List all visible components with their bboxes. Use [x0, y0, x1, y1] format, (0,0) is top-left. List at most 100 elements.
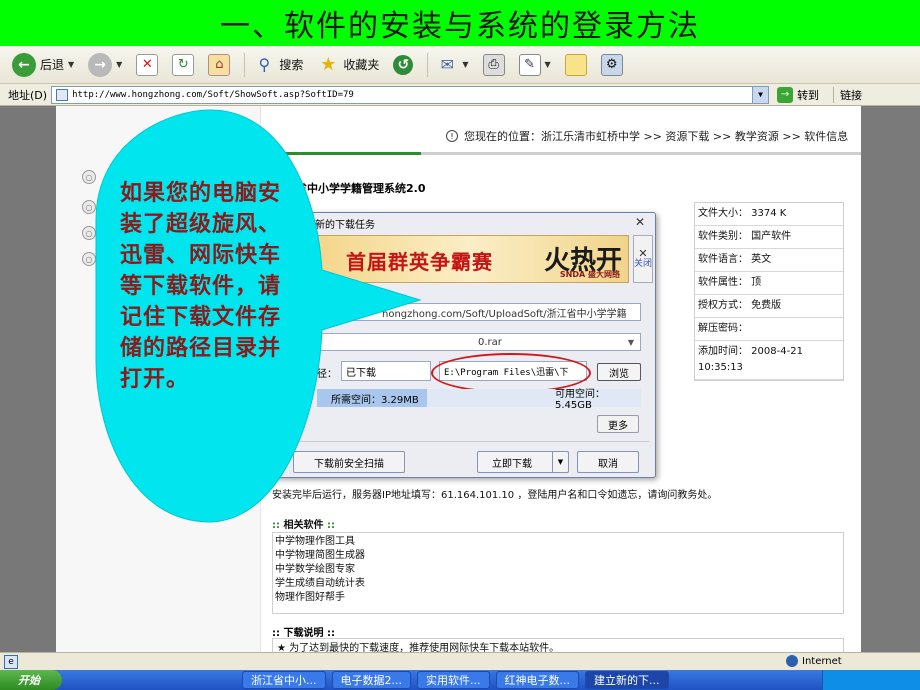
edit-button[interactable]: ✎ ▼ — [515, 50, 555, 80]
taskbar-item[interactable]: 电子数据2... — [331, 671, 411, 689]
space-available: 可用空间：5.45GB — [555, 389, 605, 411]
slide-title: 一、软件的安装与系统的登录方法 — [220, 9, 700, 44]
filename-text: 0.rar — [478, 336, 502, 348]
info-added-time: 添加时间： 2008-4-21 10:35:13 — [695, 341, 843, 380]
breadcrumb-text: 您现在的位置：浙江乐清市虹桥中学 >> 资源下载 >> 教学资源 >> 软件信息 — [464, 130, 849, 143]
software-title: 省中小学学籍管理系统2.0 — [296, 182, 426, 195]
taskbar-item[interactable]: 浙江省中小... — [242, 671, 326, 689]
search-button[interactable]: ⚲ 搜索 — [249, 50, 307, 80]
banner-text: 首届群英争霸赛 — [346, 250, 493, 274]
ad-banner[interactable]: 首届群英争霸赛 火热开战 SNDA 盛大网络 — [311, 235, 629, 283]
start-button[interactable]: 开始 — [0, 670, 62, 690]
sidebar-bullet[interactable]: ○ — [82, 170, 96, 184]
back-label: 后退 — [40, 58, 65, 72]
mail-button[interactable]: ✉ ▼ — [432, 50, 472, 80]
notes-button[interactable] — [561, 50, 591, 80]
chevron-down-icon: ▼ — [116, 60, 123, 69]
slide-title-bar: 一、软件的安装与系统的登录方法 — [0, 0, 920, 46]
download-now-button[interactable]: 立即下载 ▼ — [477, 451, 569, 473]
related-link[interactable]: 中学物理作图工具 — [275, 535, 841, 549]
related-link[interactable]: 学生成绩自动统计表 — [275, 577, 841, 591]
status-bar: e Internet — [0, 652, 920, 670]
dialog-title: 新的下载任务 — [315, 219, 375, 231]
download-url-field[interactable]: hongzhong.com/Soft/UploadSoft/浙江省中小学学籍 — [317, 303, 641, 321]
dialog-title-bar: 新的下载任务 ✕ — [271, 213, 655, 233]
info-category: 软件类别： 国产软件 — [695, 226, 843, 249]
banner-close-button[interactable]: ✕ 关闭 — [633, 235, 653, 283]
info-license: 授权方式： 免费版 — [695, 295, 843, 318]
taskbar-item[interactable]: 红神电子数... — [495, 671, 579, 689]
links-button[interactable]: 链接 — [833, 86, 862, 103]
close-icon[interactable]: ✕ — [635, 215, 645, 229]
download-dialog: 新的下载任务 ✕ 首届群英争霸赛 火热开战 SNDA 盛大网络 ✕ 关闭 hon… — [270, 212, 656, 478]
related-link[interactable]: 物理作图好帮手 — [275, 591, 841, 605]
page-done-icon: e — [4, 654, 18, 669]
home-button[interactable]: ⌂ — [204, 50, 234, 80]
chevron-down-icon[interactable]: ▼ — [552, 452, 568, 472]
related-software-list: 中学物理作图工具 中学物理简图生成器 中学数学绘图专家 学生成绩自动统计表 物理… — [272, 532, 844, 614]
chevron-down-icon: ▼ — [758, 90, 763, 99]
category-select[interactable]: 已下载 — [341, 361, 431, 381]
stop-button[interactable]: ✕ — [132, 50, 162, 80]
taskbar-item[interactable]: 实用软件... — [417, 671, 490, 689]
sidebar-bullet[interactable]: ○ — [82, 226, 96, 240]
print-button[interactable]: ⎙ — [479, 50, 509, 80]
history-button[interactable]: ↺ — [389, 50, 417, 80]
sidebar-bullet[interactable]: ○ — [82, 200, 96, 214]
url-text: http://www.hongzhong.com/Soft/ShowSoft.a… — [72, 89, 354, 100]
taskbar-item-active[interactable]: 建立新的下... — [585, 671, 669, 689]
related-link[interactable]: 中学数学绘图专家 — [275, 563, 841, 577]
browse-button[interactable]: 浏览 — [597, 363, 641, 381]
edit-icon: ✎ — [518, 53, 541, 76]
info-password: 解压密码： — [695, 318, 843, 341]
go-label: 转到 — [797, 88, 820, 102]
url-input[interactable]: http://www.hongzhong.com/Soft/ShowSoft.a… — [51, 85, 770, 104]
globe-icon — [786, 655, 798, 667]
forward-button[interactable]: → ▼ — [84, 50, 126, 80]
close-icon: ✕ — [638, 247, 648, 260]
info-file-size: 文件大小： 3374 K — [695, 203, 843, 226]
tools-button[interactable]: ⚙ — [597, 50, 627, 80]
forward-arrow-icon: → — [88, 52, 113, 77]
path-label: 径： — [317, 369, 337, 380]
go-button[interactable]: → 转到 — [777, 86, 820, 103]
toolbar-divider — [244, 52, 246, 77]
safety-scan-button[interactable]: 下载前安全扫描 — [293, 451, 405, 473]
download-desc-text: ★ 为了达到最快的下载速度，推荐使用网际快车下载本站软件。 — [272, 638, 844, 652]
back-arrow-icon: ← — [12, 52, 36, 77]
info-attribute: 软件属性： 顶 — [695, 272, 843, 295]
category-text: 已下载 — [346, 367, 376, 379]
home-icon: ⌂ — [208, 53, 231, 76]
filename-field[interactable]: 0.rar ▼ — [317, 333, 641, 351]
system-tray — [822, 670, 920, 690]
more-button[interactable]: 更多 — [597, 415, 639, 433]
chevron-down-icon: ▼ — [462, 60, 469, 69]
chevron-down-icon: ▼ — [627, 337, 635, 347]
disk-space-bar: 所需空间：3.29MB 可用空间：5.45GB — [317, 389, 641, 411]
browser-toolbar: ← 后退 ▼ → ▼ ✕ ↻ ⌂ ⚲ 搜索 ★ 收藏夹 ↺ ✉ ▼ ⎙ ✎ ▼ … — [0, 46, 920, 84]
go-arrow-icon: → — [777, 86, 794, 103]
callout-text: 如果您的电脑安装了超级旋风、迅雷、网际快车等下载软件，请记住下载文件存储的路径目… — [120, 181, 282, 392]
chevron-down-icon: ▼ — [68, 60, 75, 69]
mail-icon: ✉ — [440, 55, 455, 74]
favorites-button[interactable]: ★ 收藏夹 — [313, 50, 383, 80]
space-needed: 所需空间：3.29MB — [331, 394, 419, 406]
taskbar: 开始 浙江省中小... 电子数据2... 实用软件... 红神电子数... 建立… — [0, 670, 920, 690]
refresh-button[interactable]: ↻ — [168, 50, 198, 80]
tools-icon: ⚙ — [600, 53, 623, 76]
related-link[interactable]: 中学物理简图生成器 — [275, 549, 841, 563]
security-zone: Internet — [786, 655, 842, 667]
download-now-label: 立即下载 — [492, 458, 532, 470]
address-label: 地址(D) — [8, 88, 48, 102]
note-icon — [564, 53, 587, 76]
refresh-icon: ↻ — [172, 53, 195, 76]
download-desc-title: :: 下载说明 :: — [272, 628, 335, 639]
page-icon — [56, 88, 69, 101]
url-dropdown-button[interactable]: ▼ — [752, 86, 769, 103]
banner-brand: SNDA 盛大网络 — [559, 270, 620, 279]
sidebar-bullet[interactable]: ○ — [82, 252, 96, 266]
cancel-button[interactable]: 取消 — [577, 451, 639, 473]
right-margin — [861, 106, 920, 652]
install-note: 安装完毕后运行，服务器IP地址填写：61.164.101.10 ，登陆用户名和口… — [272, 490, 718, 501]
back-button[interactable]: ← 后退 ▼ — [8, 50, 78, 80]
